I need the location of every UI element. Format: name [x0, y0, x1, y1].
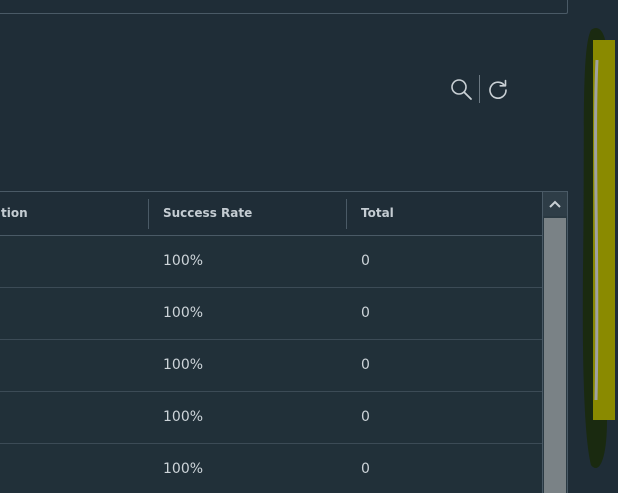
search-button[interactable] — [448, 76, 474, 102]
cell-total: 0 — [361, 409, 370, 425]
scroll-up-button[interactable] — [543, 192, 567, 216]
scrollbar-thumb[interactable] — [544, 218, 566, 493]
refresh-button[interactable] — [485, 76, 511, 102]
cell-success-rate: 100% — [163, 461, 204, 477]
column-header-total[interactable]: Total — [361, 192, 394, 235]
cell-total: 0 — [361, 253, 370, 269]
cell-success-rate: 100% — [163, 357, 204, 373]
search-icon — [451, 78, 472, 100]
cell-success-rate: 100% — [163, 409, 204, 425]
cell-total: 0 — [361, 461, 370, 477]
refresh-icon — [489, 79, 507, 99]
grid-body: 100% 0 100% 0 100% 0 100% 0 100% 0 — [0, 236, 542, 493]
table-row[interactable]: 100% 0 — [0, 288, 542, 340]
grid-header: tion Success Rate Total — [0, 192, 542, 236]
column-header-success-rate[interactable]: Success Rate — [163, 192, 252, 235]
column-resize-handle[interactable] — [346, 199, 347, 229]
cell-success-rate: 100% — [163, 253, 204, 269]
table-row[interactable]: 100% 0 — [0, 444, 542, 493]
grid-toolbar — [448, 74, 511, 103]
grid-vertical-scrollbar[interactable] — [542, 192, 567, 493]
chevron-up-icon — [549, 200, 561, 208]
table-row[interactable]: 100% 0 — [0, 340, 542, 392]
table-row[interactable]: 100% 0 — [0, 392, 542, 444]
cell-success-rate: 100% — [163, 305, 204, 321]
column-header-action[interactable]: tion — [1, 192, 28, 235]
app-window: tion Success Rate Total 100% 0 100% 0 10… — [0, 0, 618, 493]
top-card — [0, 0, 568, 14]
column-resize-handle[interactable] — [148, 199, 149, 229]
toolbar-divider — [479, 74, 480, 103]
data-grid: tion Success Rate Total 100% 0 100% 0 10… — [0, 191, 568, 493]
cell-total: 0 — [361, 357, 370, 373]
page-scrollbar[interactable] — [577, 20, 617, 475]
cell-total: 0 — [361, 305, 370, 321]
scrollbar-highlight — [582, 28, 615, 468]
table-row[interactable]: 100% 0 — [0, 236, 542, 288]
